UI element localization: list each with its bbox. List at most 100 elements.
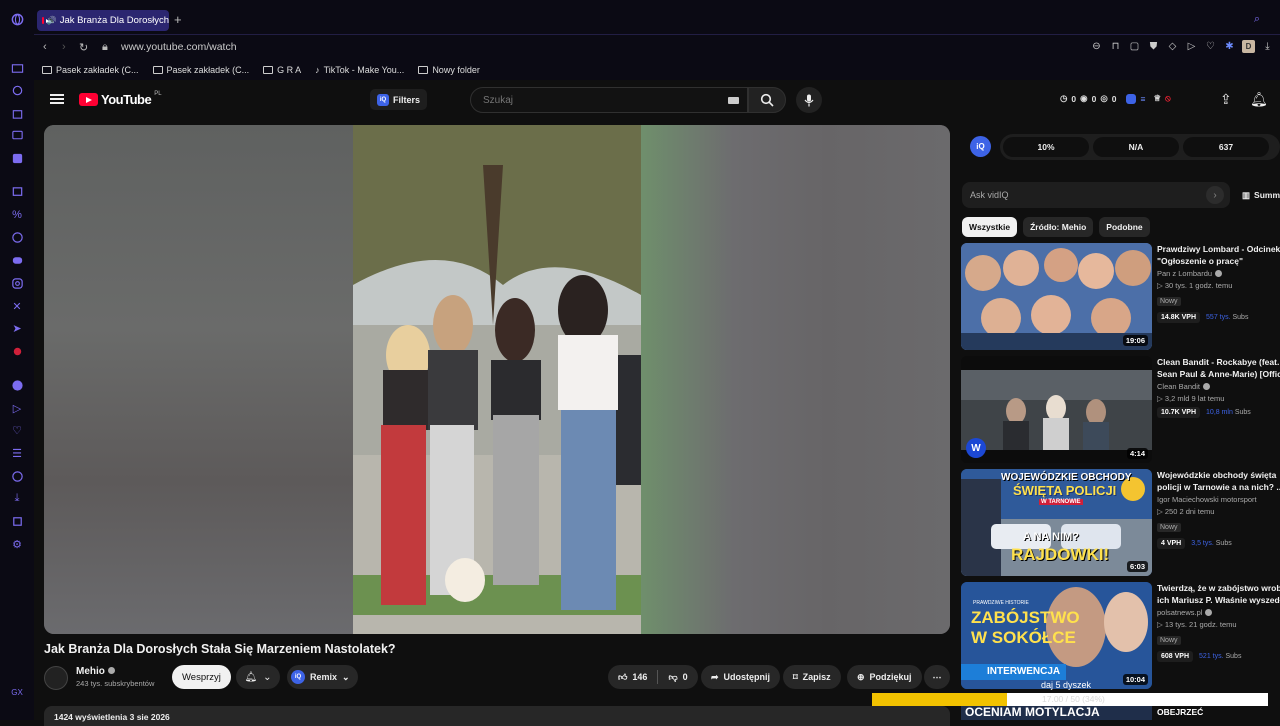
video-thumbnail[interactable]: PRAWDZIWE HISTORIE ZABÓJSTWO W SOKÓŁCE I…	[961, 582, 1152, 689]
vidiq-pill-na[interactable]: N/A	[1093, 137, 1179, 157]
menu-icon[interactable]	[50, 94, 64, 104]
video-thumbnail[interactable]: W 4:14	[961, 356, 1152, 463]
voice-search-button[interactable]	[796, 87, 822, 113]
notifications-bell-icon[interactable]: 🔔︎	[1250, 91, 1268, 108]
gx-icon[interactable]: GX	[10, 685, 24, 699]
remix-button[interactable]: iQ Remix ⌄	[287, 665, 358, 689]
back-arrow-icon[interactable]: ‹	[43, 41, 47, 53]
like-button[interactable]: 👍︎ 146	[618, 672, 647, 683]
partial-thumbnail[interactable]: OCENIAM MOTYLACJA	[961, 704, 1152, 720]
more-actions-button[interactable]: ⋯	[924, 665, 950, 689]
trophy-icon[interactable]: ♕	[1153, 93, 1161, 104]
twitch-icon[interactable]	[10, 185, 24, 199]
discord-icon[interactable]	[10, 253, 24, 267]
search-button[interactable]	[748, 87, 786, 113]
instagram-icon[interactable]	[10, 276, 24, 290]
upload-icon[interactable]: ⇪	[1220, 91, 1232, 108]
video-thumbnail[interactable]: 19:06	[961, 243, 1152, 350]
recommendation-title-line2[interactable]: policji w Tarnowie a na nich? ...	[1157, 481, 1280, 493]
recommendation-title[interactable]: Prawdziwy Lombard - Odcinek 3	[1157, 243, 1280, 255]
search-tabs-icon[interactable]: ⌕	[1254, 13, 1260, 26]
extensions-icon[interactable]	[10, 514, 24, 528]
summary-button[interactable]: ▥ Summ	[1242, 190, 1280, 201]
url-text[interactable]: www.youtube.com/watch	[121, 41, 237, 53]
reload-icon[interactable]: ↻	[79, 41, 88, 54]
recommendation-item[interactable]: W 4:14 Clean Bandit - Rockabye (feat. Se…	[961, 356, 1280, 464]
mail-icon[interactable]	[10, 61, 24, 75]
vidiq-small-icon[interactable]	[1126, 93, 1137, 104]
subscription-bell-button[interactable]: 🔔︎ ⌄	[236, 665, 280, 689]
bookmark-folder-2[interactable]: Pasek zakładek (C...	[152, 65, 249, 75]
play-icon[interactable]: ▷	[10, 401, 24, 415]
video-player[interactable]	[44, 125, 950, 634]
messenger-m-icon[interactable]	[10, 151, 24, 165]
share-button[interactable]: ➦ Udostępnij	[701, 665, 781, 689]
puzzle-icon[interactable]: ✱	[1223, 40, 1236, 53]
spotify-icon[interactable]	[10, 378, 24, 392]
partial-title[interactable]: OBEJRZEĆ	[1157, 707, 1203, 717]
channel-avatar[interactable]	[44, 666, 68, 690]
forward-arrow-icon[interactable]: ›	[62, 41, 66, 53]
bookmark-icon[interactable]: ◇	[1166, 40, 1179, 53]
alert-icon[interactable]: ⦸	[1165, 93, 1171, 104]
keyboard-icon[interactable]	[728, 97, 739, 104]
shield-icon[interactable]: ⛊	[1147, 40, 1160, 53]
history-icon[interactable]	[10, 469, 24, 483]
recommendation-title[interactable]: Wojewódzkie obchody święta	[1157, 469, 1280, 481]
messenger-icon[interactable]	[10, 230, 24, 244]
download-icon[interactable]: ⤓	[10, 491, 24, 505]
recommendation-title[interactable]: Clean Bandit - Rockabye (feat.	[1157, 356, 1280, 368]
send-icon[interactable]: ▷	[1185, 40, 1198, 53]
ask-vidiq-input[interactable]: Ask vidIQ ›	[962, 182, 1230, 208]
recommendation-title-line2[interactable]: Sean Paul & Anne-Marie) [Official	[1157, 368, 1280, 380]
bookmark-tiktok[interactable]: ♪ TikTok - Make You...	[315, 65, 404, 75]
bookmark-folder-5[interactable]: Nowy folder	[418, 65, 480, 75]
recommendation-channel[interactable]: polsatnews.pl	[1157, 608, 1280, 617]
recommendation-channel[interactable]: Pan z Lombardu	[1157, 269, 1280, 278]
bookmark-folder-3[interactable]: G R A	[263, 65, 301, 75]
chip-source[interactable]: Źródło: Mehio	[1023, 217, 1094, 237]
recommendation-item[interactable]: WOJEWÓDZKIE OBCHODY ŚWIĘTA POLICJI W TAR…	[961, 469, 1280, 577]
bars-icon[interactable]: ≡	[1140, 94, 1145, 104]
support-button[interactable]: Wesprzyj	[172, 665, 231, 689]
recommendation-item[interactable]: PRAWDZIWE HISTORIE ZABÓJSTWO W SOKÓŁCE I…	[961, 582, 1280, 690]
search-input[interactable]	[481, 94, 681, 107]
filters-button[interactable]: iQ Filters	[370, 89, 428, 110]
refresh-icon[interactable]	[10, 83, 24, 97]
zoom-icon[interactable]: ⊖	[1090, 40, 1103, 53]
heart-icon[interactable]: ♡	[10, 423, 24, 437]
settings-gear-icon[interactable]: ⚙	[10, 537, 24, 551]
x-twitter-icon[interactable]: ✕	[10, 299, 24, 313]
heart-outline-icon[interactable]: ♡	[1204, 40, 1217, 53]
recommendation-title-line2[interactable]: "Ogłoszenie o pracę"	[1157, 255, 1280, 267]
vidiq-logo-icon[interactable]: iQ	[970, 136, 991, 157]
bag-icon[interactable]	[10, 106, 24, 120]
recommendation-channel[interactable]: Clean Bandit	[1157, 382, 1280, 391]
dislike-button[interactable]: 👎︎ 0	[668, 672, 687, 683]
telegram-icon[interactable]: ➤	[10, 321, 24, 335]
vidiq-pill-count[interactable]: 637	[1183, 137, 1269, 157]
pin-icon[interactable]: ⊓	[1109, 40, 1122, 53]
channel-name[interactable]: Mehio	[76, 666, 115, 677]
youtube-logo[interactable]: YouTube PL	[79, 91, 162, 107]
profile-avatar[interactable]: D	[1242, 40, 1255, 53]
new-tab-button[interactable]: +	[174, 12, 182, 27]
chip-all[interactable]: Wszystkie	[962, 217, 1018, 237]
download-tray-icon[interactable]: ⤓	[1261, 40, 1274, 53]
screenshot-icon[interactable]: ▢	[1128, 40, 1141, 53]
recommendation-channel[interactable]: Igor Maciechowski motorsport	[1157, 495, 1280, 504]
tab-youtube[interactable]: 🔊 Jak Branża Dla Dorosłych	[37, 10, 169, 31]
thanks-button[interactable]: ⊕ Podziękuj	[847, 665, 922, 689]
description-preview[interactable]: 1424 wyświetlenia 3 sie 2026	[44, 706, 950, 726]
send-arrow-icon[interactable]: ›	[1206, 186, 1224, 204]
save-button[interactable]: ⌑ Zapisz	[783, 665, 841, 689]
recommendation-title-line2[interactable]: ich Mariusz P. Właśnie wyszedł	[1157, 594, 1280, 606]
vidiq-pill-score[interactable]: 10%	[1003, 137, 1089, 157]
bookmark-folder-1[interactable]: Pasek zakładek (C...	[42, 65, 139, 75]
chip-related[interactable]: Podobne	[1099, 217, 1150, 237]
percent-icon[interactable]: %	[10, 208, 24, 222]
recommendation-title[interactable]: Twierdzą, że w zabójstwo wrobi	[1157, 582, 1280, 594]
recommendation-item[interactable]: 19:06 Prawdziwy Lombard - Odcinek 3 "Ogł…	[961, 243, 1280, 351]
layers-icon[interactable]: ☰	[10, 446, 24, 460]
video-thumbnail[interactable]: WOJEWÓDZKIE OBCHODY ŚWIĘTA POLICJI W TAR…	[961, 469, 1152, 576]
